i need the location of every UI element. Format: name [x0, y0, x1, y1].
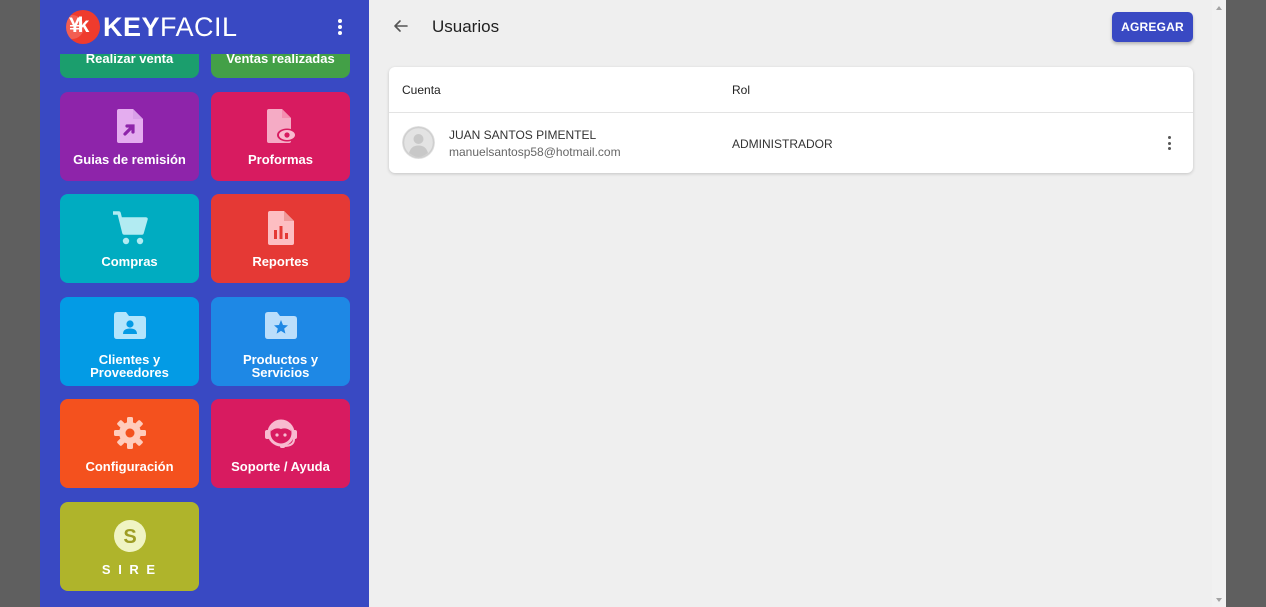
- tile-configuracion[interactable]: Configuración: [60, 399, 199, 488]
- cart-icon: [60, 210, 199, 246]
- more-vert-icon[interactable]: [333, 16, 347, 38]
- tile-clientes-y-proveedores[interactable]: Clientes y Proveedores: [60, 297, 199, 386]
- tile-label: Reportes: [252, 254, 309, 269]
- tile-label: Clientes y Proveedores: [90, 352, 169, 380]
- tile-label: Compras: [101, 254, 158, 269]
- column-header-cuenta: Cuenta: [402, 83, 441, 97]
- vertical-scrollbar[interactable]: [1212, 0, 1226, 607]
- tile-soporte-ayuda[interactable]: Soporte / Ayuda: [211, 399, 350, 488]
- sidebar-header: ¥k KEYFACIL: [40, 0, 369, 54]
- file-share-icon: [60, 108, 199, 144]
- tile-proformas[interactable]: Proformas: [211, 92, 350, 181]
- sire-coin-icon: S: [60, 518, 199, 554]
- app-logo[interactable]: ¥k KEYFACIL: [66, 10, 238, 44]
- sidebar: ¥k KEYFACIL Realizar venta Ventas realiz…: [40, 0, 369, 607]
- file-eye-icon: [211, 108, 350, 144]
- tile-label: S I R E: [101, 562, 158, 577]
- row-more-vert-icon[interactable]: [1162, 134, 1176, 152]
- folder-person-icon: [60, 309, 199, 345]
- scroll-up-arrow-icon[interactable]: [1216, 6, 1222, 10]
- logo-text-light: FACIL: [160, 11, 238, 42]
- user-role: ADMINISTRADOR: [732, 137, 833, 151]
- gear-icon: [60, 415, 199, 451]
- table-row[interactable]: JUAN SANTOS PIMENTEL manuelsantosp58@hot…: [389, 113, 1193, 173]
- scroll-down-arrow-icon[interactable]: [1216, 598, 1222, 602]
- user-email: manuelsantosp58@hotmail.com: [449, 145, 621, 159]
- tile-productos-y-servicios[interactable]: Productos y Servicios: [211, 297, 350, 386]
- back-arrow-icon[interactable]: [391, 16, 411, 36]
- tile-reportes[interactable]: Reportes: [211, 194, 350, 283]
- tile-label: Proformas: [247, 152, 314, 167]
- svg-text:S: S: [123, 526, 136, 548]
- page-title: Usuarios: [432, 17, 500, 36]
- main-content: Usuarios AGREGAR Cuenta Rol JUAN SANTOS …: [369, 0, 1226, 607]
- avatar-icon: [402, 126, 435, 159]
- support-agent-icon: [211, 415, 350, 451]
- tile-sire[interactable]: S S I R E: [60, 502, 199, 591]
- tile-label: Productos y Servicios: [242, 352, 319, 380]
- tile-compras[interactable]: Compras: [60, 194, 199, 283]
- logo-text-bold: KEY: [103, 11, 161, 42]
- keyfacil-logo-icon: ¥k: [66, 10, 100, 44]
- folder-star-icon: [211, 309, 350, 345]
- users-table: Cuenta Rol JUAN SANTOS PIMENTEL manuelsa…: [389, 67, 1193, 173]
- tile-label: Guias de remisión: [73, 152, 186, 167]
- app-window: ¥k KEYFACIL Realizar venta Ventas realiz…: [40, 0, 1226, 607]
- table-header: Cuenta Rol: [389, 67, 1193, 113]
- tile-label: Configuración: [85, 459, 174, 474]
- add-user-button[interactable]: AGREGAR: [1112, 12, 1193, 42]
- user-name: JUAN SANTOS PIMENTEL: [449, 128, 597, 142]
- tile-label: Soporte / Ayuda: [231, 459, 330, 474]
- file-chart-icon: [211, 210, 350, 246]
- tile-guias-de-remision[interactable]: Guias de remisión: [60, 92, 199, 181]
- column-header-rol: Rol: [732, 83, 751, 97]
